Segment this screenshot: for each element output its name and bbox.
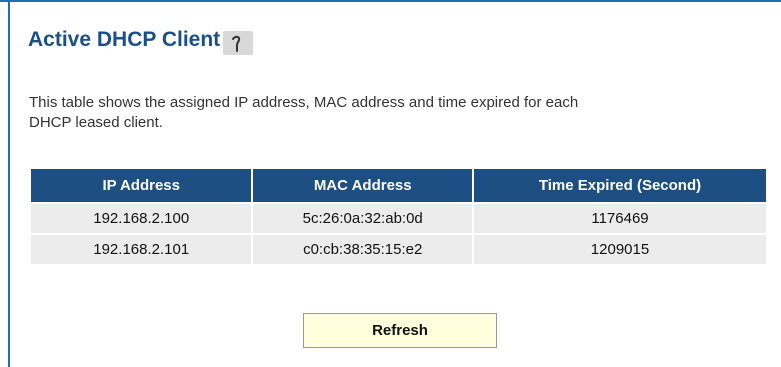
description-line-2: DHCP leased client. bbox=[29, 114, 163, 131]
header-ip-address: IP Address bbox=[31, 169, 252, 202]
refresh-button[interactable]: Refresh bbox=[303, 313, 497, 348]
dhcp-client-table: IP Address MAC Address Time Expired (Sec… bbox=[29, 167, 768, 266]
cell-ip-address: 192.168.2.100 bbox=[31, 204, 252, 233]
table-header-row: IP Address MAC Address Time Expired (Sec… bbox=[31, 169, 766, 202]
table-row: 192.168.2.101 c0:cb:38:35:15:e2 1209015 bbox=[31, 235, 766, 264]
dhcp-client-panel: Active DHCP Client This table shows the … bbox=[0, 0, 781, 367]
help-icon[interactable] bbox=[223, 31, 254, 55]
page-title: Active DHCP Client bbox=[28, 28, 221, 51]
description-line-1: This table shows the assigned IP address… bbox=[29, 94, 579, 111]
help-icon-glyph bbox=[232, 35, 241, 52]
header-mac-address: MAC Address bbox=[253, 169, 472, 202]
cell-time-expired: 1176469 bbox=[474, 204, 766, 233]
page-description: This table shows the assigned IP address… bbox=[29, 93, 781, 133]
cell-mac-address: 5c:26:0a:32:ab:0d bbox=[253, 204, 472, 233]
cell-ip-address: 192.168.2.101 bbox=[31, 235, 252, 264]
page-title-row: Active DHCP Client bbox=[28, 25, 254, 55]
cell-time-expired: 1209015 bbox=[474, 235, 766, 264]
cell-mac-address: c0:cb:38:35:15:e2 bbox=[253, 235, 472, 264]
panel-left-border bbox=[8, 0, 10, 367]
header-time-expired: Time Expired (Second) bbox=[474, 169, 766, 202]
panel-top-border bbox=[0, 0, 781, 2]
table-row: 192.168.2.100 5c:26:0a:32:ab:0d 1176469 bbox=[31, 204, 766, 233]
